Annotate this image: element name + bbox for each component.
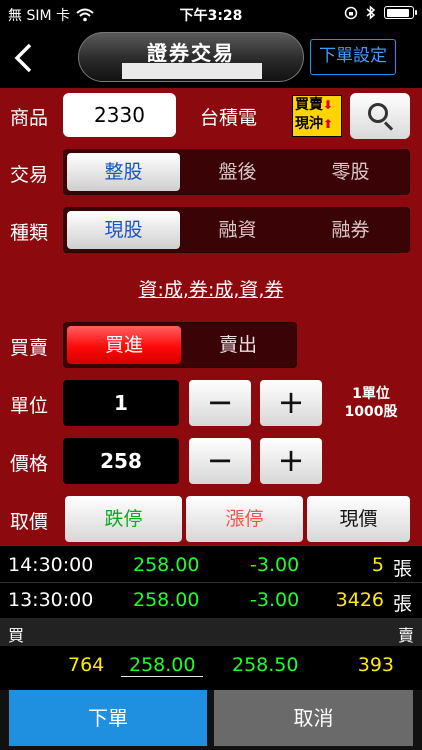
battery-icon xyxy=(384,6,417,19)
current-price-button[interactable]: 現價 xyxy=(307,496,410,542)
trade-option-board-lot[interactable]: 整股 xyxy=(67,153,180,191)
order-book-row: 764 258.00 258.50 393 xyxy=(0,646,422,688)
tick-unit: 張 xyxy=(392,593,412,615)
orientation-lock-icon xyxy=(344,6,358,19)
chevron-left-icon xyxy=(14,43,32,73)
type-option-cash[interactable]: 現股 xyxy=(67,211,180,249)
daytrade-toggle[interactable]: 買賣⬇ 現沖⬆ xyxy=(292,95,342,137)
nav-bar: 證券交易 下單設定 xyxy=(0,28,422,88)
unit-plus-button[interactable]: + xyxy=(260,380,322,426)
tick-time: 14:30:00 xyxy=(8,554,94,576)
buy-header-label: 買 xyxy=(8,626,25,645)
tick-row: 13:30:00 258.00 -3.00 3426 張 xyxy=(0,583,422,617)
unit-note: 1單位 1000股 xyxy=(338,385,404,421)
quotes-panel: 14:30:00 258.00 -3.00 5 張 13:30:00 258.0… xyxy=(0,546,422,690)
tick-volume: 5 xyxy=(371,554,384,576)
action-bar: 下單 取消 xyxy=(0,690,422,750)
bid-price[interactable]: 258.00 xyxy=(121,654,204,677)
account-redacted xyxy=(122,63,262,79)
tick-price: 258.00 xyxy=(133,589,200,611)
order-form: 商品 2330 台積電 買賣⬇ 現沖⬆ 交易 整股 盤後 零股 種類 現股 融資… xyxy=(0,88,422,546)
status-right xyxy=(344,5,417,20)
side-option-buy[interactable]: 買進 xyxy=(67,326,181,364)
submit-order-button[interactable]: 下單 xyxy=(9,690,207,746)
trade-option-odd-lot[interactable]: 零股 xyxy=(294,153,407,191)
credit-status-link[interactable]: 資:成,券:成,資,券 xyxy=(0,275,422,302)
side-row: 買賣 買進 賣出 xyxy=(0,322,422,368)
buy-sell-header: 買 賣 xyxy=(0,618,422,646)
price-input[interactable]: 258 xyxy=(63,438,179,484)
unit-note-line2: 1000股 xyxy=(344,404,398,420)
tick-volume: 3426 xyxy=(335,589,384,611)
type-segment: 現股 融資 融券 xyxy=(63,207,410,253)
tick-unit: 張 xyxy=(392,558,412,580)
pick-price-row: 取價 跌停 漲停 現價 xyxy=(0,496,422,542)
product-label: 商品 xyxy=(10,107,49,129)
tick-time: 13:30:00 xyxy=(8,589,94,611)
bid-volume: 764 xyxy=(68,654,105,676)
tick-change: -3.00 xyxy=(250,554,300,576)
type-option-short[interactable]: 融券 xyxy=(294,211,407,249)
ask-price[interactable]: 258.50 xyxy=(232,654,298,676)
type-row: 種類 現股 融資 融券 xyxy=(0,207,422,253)
tick-change: -3.00 xyxy=(250,589,300,611)
arrow-down-icon: ⬇ xyxy=(323,98,334,112)
ask-volume: 393 xyxy=(357,654,394,676)
trade-label: 交易 xyxy=(10,164,49,186)
stock-code-input[interactable]: 2330 xyxy=(63,93,176,137)
unit-row: 單位 1 − + 1單位 1000股 xyxy=(0,380,422,426)
title-pill: 證券交易 xyxy=(78,32,304,82)
sell-header-label: 賣 xyxy=(397,626,414,645)
type-label: 種類 xyxy=(10,222,49,244)
pick-price-label: 取價 xyxy=(10,511,49,533)
back-button[interactable] xyxy=(6,38,40,78)
arrow-up-icon: ⬆ xyxy=(323,117,334,131)
price-plus-button[interactable]: + xyxy=(260,438,322,484)
unit-input[interactable]: 1 xyxy=(63,380,179,426)
search-button[interactable] xyxy=(350,93,410,139)
stock-name: 台積電 xyxy=(200,107,258,129)
daytrade-line2: 現沖 xyxy=(295,116,323,132)
bluetooth-icon xyxy=(366,5,376,20)
trade-segment: 整股 盤後 零股 xyxy=(63,149,410,195)
cancel-button[interactable]: 取消 xyxy=(214,690,413,746)
trade-row: 交易 整股 盤後 零股 xyxy=(0,149,422,195)
side-label: 買賣 xyxy=(10,337,49,359)
type-option-margin[interactable]: 融資 xyxy=(181,211,294,249)
tick-price: 258.00 xyxy=(133,554,200,576)
limit-up-button[interactable]: 漲停 xyxy=(186,496,303,542)
side-option-sell[interactable]: 賣出 xyxy=(181,326,295,364)
price-label: 價格 xyxy=(10,453,49,475)
daytrade-line1: 買賣 xyxy=(295,97,323,113)
order-setting-button[interactable]: 下單設定 xyxy=(310,39,396,75)
unit-label: 單位 xyxy=(10,395,49,417)
status-bar: 無 SIM 卡 下午3:28 xyxy=(0,0,422,28)
unit-note-line1: 1單位 xyxy=(352,386,390,402)
side-segment: 買進 賣出 xyxy=(63,322,297,368)
page-title: 證券交易 xyxy=(147,41,235,65)
price-row: 價格 258 − + xyxy=(0,438,422,484)
unit-minus-button[interactable]: − xyxy=(189,380,251,426)
trade-option-after-hours[interactable]: 盤後 xyxy=(181,153,294,191)
limit-down-button[interactable]: 跌停 xyxy=(65,496,182,542)
tick-row: 14:30:00 258.00 -3.00 5 張 xyxy=(0,548,422,582)
product-row: 商品 2330 台積電 買賣⬇ 現沖⬆ xyxy=(0,88,422,144)
price-minus-button[interactable]: − xyxy=(189,438,251,484)
